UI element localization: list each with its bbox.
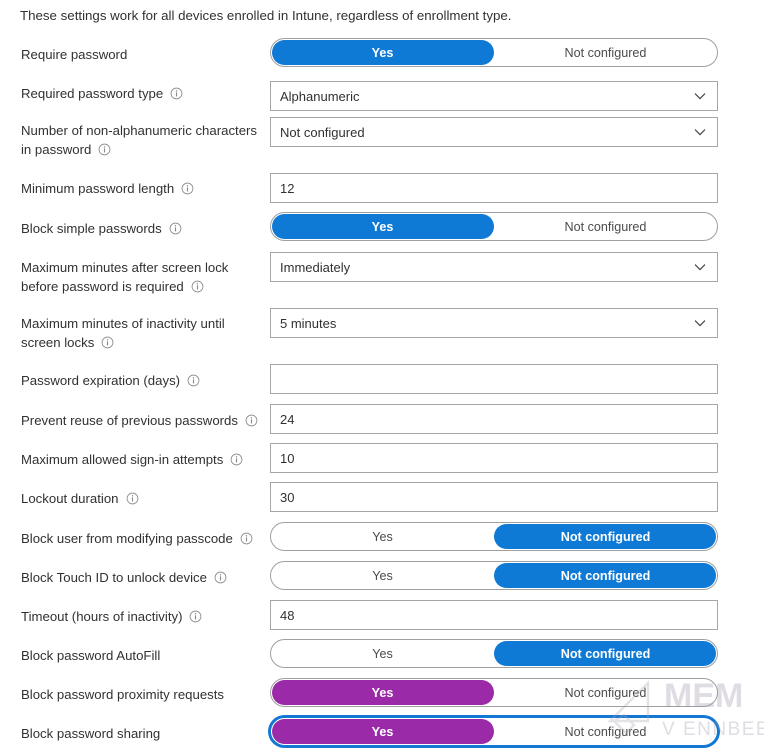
dropdown[interactable]: Alphanumeric — [270, 81, 718, 111]
toggle-switch[interactable]: Yes Not configured — [270, 522, 718, 551]
text-input[interactable]: 12 — [270, 173, 718, 203]
setting-label: Maximum minutes of inactivity until scre… — [21, 314, 266, 352]
text-input[interactable]: 30 — [270, 482, 718, 512]
dropdown-value: 5 minutes — [280, 315, 337, 331]
setting-label: Block Touch ID to unlock device — [21, 568, 266, 587]
toggle-switch[interactable]: Yes Not configured — [270, 678, 718, 707]
setting-label-text: Block simple passwords — [21, 221, 162, 236]
dropdown[interactable]: Immediately — [270, 252, 718, 282]
dropdown[interactable]: Not configured — [270, 117, 718, 147]
setting-label-text: Required password type — [21, 86, 164, 101]
toggle-switch[interactable]: Yes Not configured — [270, 561, 718, 590]
info-icon[interactable] — [169, 222, 182, 235]
toggle-option-not-configured[interactable]: Not configured — [494, 679, 717, 706]
chevron-down-icon — [692, 124, 708, 140]
setting-label-text: Prevent reuse of previous passwords — [21, 413, 238, 428]
toggle-option-not-configured[interactable]: Not configured — [494, 523, 717, 550]
text-input[interactable] — [270, 364, 718, 394]
info-icon[interactable] — [191, 280, 204, 293]
toggle-option-not-configured[interactable]: Not configured — [494, 213, 717, 240]
toggle-option-yes[interactable]: Yes — [271, 562, 494, 589]
toggle-option-yes[interactable]: Yes — [271, 718, 494, 745]
setting-label: Timeout (hours of inactivity) — [21, 607, 266, 626]
text-input-value: 10 — [280, 450, 295, 466]
toggle-option-yes[interactable]: Yes — [271, 640, 494, 667]
info-icon[interactable] — [187, 374, 200, 387]
info-icon[interactable] — [245, 414, 258, 427]
setting-label: Number of non-alphanumeric characters in… — [21, 121, 266, 159]
info-icon[interactable] — [181, 182, 194, 195]
setting-label-text: Maximum minutes of inactivity until scre… — [21, 316, 225, 350]
setting-label: Password expiration (days) — [21, 371, 266, 390]
toggle-option-yes[interactable]: Yes — [271, 39, 494, 66]
info-icon[interactable] — [189, 610, 202, 623]
toggle-option-not-configured[interactable]: Not configured — [494, 718, 717, 745]
setting-label: Block user from modifying passcode — [21, 529, 266, 548]
setting-label: Block password sharing — [21, 724, 266, 743]
setting-label-text: Require password — [21, 47, 128, 62]
dropdown-value: Immediately — [280, 259, 351, 275]
toggle-option-yes[interactable]: Yes — [271, 213, 494, 240]
text-input-value: 12 — [280, 180, 295, 196]
dropdown-value: Alphanumeric — [280, 88, 360, 104]
setting-label: Minimum password length — [21, 179, 266, 198]
info-icon[interactable] — [98, 143, 111, 156]
info-icon[interactable] — [101, 336, 114, 349]
info-icon[interactable] — [240, 532, 253, 545]
setting-label-text: Block password sharing — [21, 726, 161, 741]
text-input[interactable]: 10 — [270, 443, 718, 473]
chevron-down-icon — [692, 259, 708, 275]
toggle-switch[interactable]: Yes Not configured — [270, 639, 718, 668]
setting-label: Require password — [21, 45, 266, 64]
setting-label: Required password type — [21, 84, 266, 103]
setting-label: Prevent reuse of previous passwords — [21, 411, 266, 430]
toggle-option-yes[interactable]: Yes — [271, 679, 494, 706]
setting-label-text: Block Touch ID to unlock device — [21, 570, 207, 585]
setting-label-text: Block user from modifying passcode — [21, 531, 233, 546]
toggle-option-yes[interactable]: Yes — [271, 523, 494, 550]
dropdown[interactable]: 5 minutes — [270, 308, 718, 338]
chevron-down-icon — [692, 315, 708, 331]
dropdown-value: Not configured — [280, 124, 365, 140]
setting-label-text: Maximum allowed sign-in attempts — [21, 452, 224, 467]
info-icon[interactable] — [126, 492, 139, 505]
setting-label: Maximum minutes after screen lock before… — [21, 258, 266, 296]
text-input-value: 48 — [280, 607, 295, 623]
text-input[interactable]: 48 — [270, 600, 718, 630]
setting-label-text: Timeout (hours of inactivity) — [21, 609, 183, 624]
toggle-option-not-configured[interactable]: Not configured — [494, 640, 717, 667]
info-icon[interactable] — [170, 87, 183, 100]
toggle-switch[interactable]: Yes Not configured — [270, 38, 718, 67]
setting-label: Block simple passwords — [21, 219, 266, 238]
chevron-down-icon — [692, 88, 708, 104]
setting-label-text: Minimum password length — [21, 181, 175, 196]
toggle-option-not-configured[interactable]: Not configured — [494, 562, 717, 589]
setting-label-text: Block password proximity requests — [21, 687, 225, 702]
info-icon[interactable] — [230, 453, 243, 466]
setting-label: Block password AutoFill — [21, 646, 266, 665]
toggle-switch[interactable]: Yes Not configured — [270, 212, 718, 241]
setting-label: Maximum allowed sign-in attempts — [21, 450, 266, 469]
setting-label: Lockout duration — [21, 489, 266, 508]
text-input-value: 24 — [280, 411, 295, 427]
setting-label-text: Lockout duration — [21, 491, 119, 506]
setting-label-text: Block password AutoFill — [21, 648, 161, 663]
text-input[interactable]: 24 — [270, 404, 718, 434]
info-icon[interactable] — [214, 571, 227, 584]
toggle-option-not-configured[interactable]: Not configured — [494, 39, 717, 66]
setting-row: Block password sharing Yes Not configured — [0, 0, 770, 746]
text-input-value: 30 — [280, 489, 295, 505]
setting-label: Block password proximity requests — [21, 685, 266, 704]
setting-label-text: Password expiration (days) — [21, 373, 181, 388]
toggle-switch[interactable]: Yes Not configured — [270, 717, 718, 746]
setting-label-text: Number of non-alphanumeric characters in… — [21, 123, 258, 157]
